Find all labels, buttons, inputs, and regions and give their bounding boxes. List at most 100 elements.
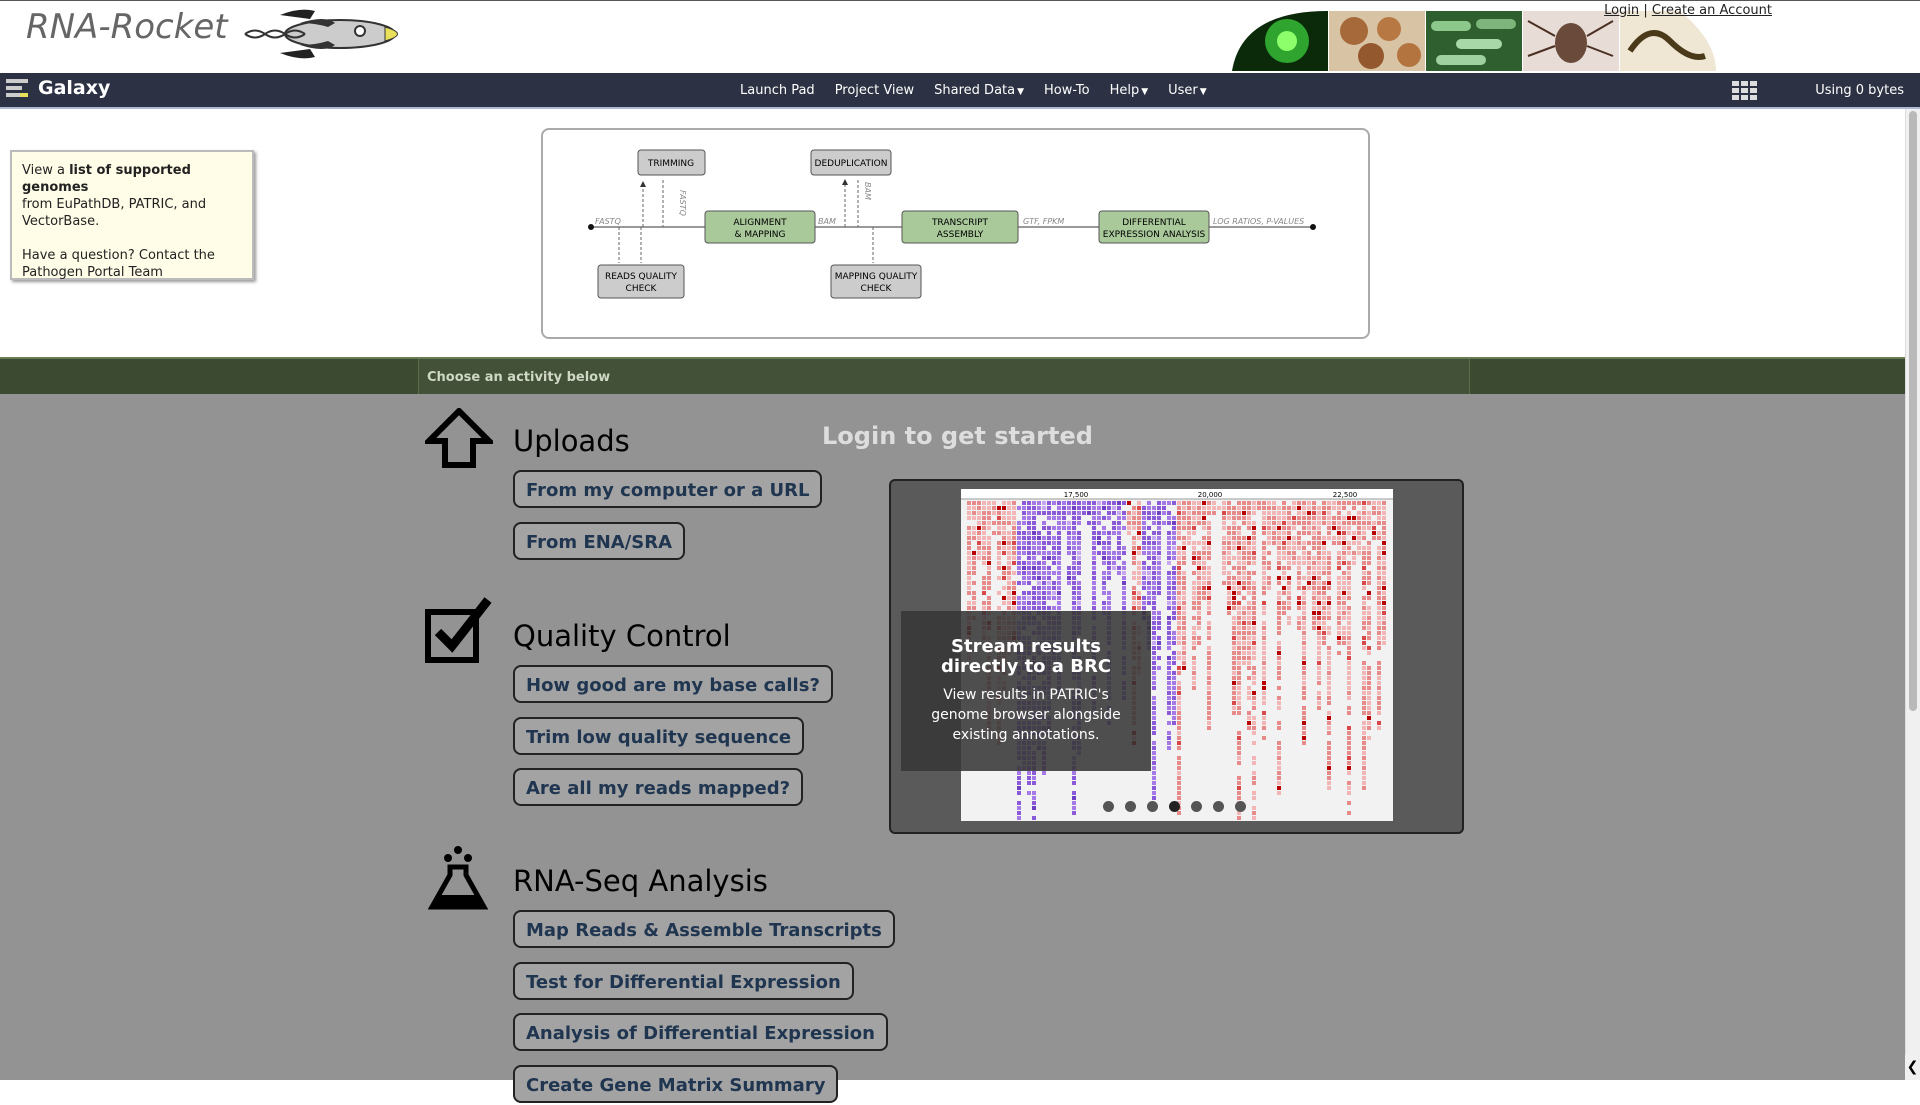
activity-header-label: Choose an activity below (418, 359, 1470, 396)
galaxy-brand[interactable]: Galaxy (6, 77, 110, 99)
flask-icon (428, 846, 488, 910)
upload-from-computer-button[interactable]: From my computer or a URL (513, 470, 823, 508)
box-map-qc-label: CHECK (861, 284, 893, 294)
base-calls-quality-button[interactable]: How good are my base calls? (513, 665, 833, 703)
box-reads-qc-label: CHECK (626, 284, 658, 294)
storage-usage: Using 0 bytes (1815, 83, 1904, 98)
notice-question: Have a question? (22, 248, 135, 263)
edge-fastq-label: FASTQ (595, 217, 621, 226)
carousel-dot[interactable] (1191, 801, 1202, 812)
nav-shared-data[interactable]: Shared Data ▼ (924, 83, 1034, 98)
carousel-dot[interactable] (1147, 801, 1158, 812)
main-nav: Launch Pad Project View Shared Data ▼ How… (730, 73, 1217, 107)
virus-particles-photo (1329, 11, 1425, 71)
chevron-down-icon: ▼ (1017, 86, 1025, 97)
feature-carousel[interactable]: 17,500 20,000 22,500 Stream results dire… (889, 479, 1464, 834)
notice-text: , and (173, 197, 207, 212)
nav-launch-pad[interactable]: Launch Pad (730, 83, 825, 98)
activity-header-bar: Choose an activity below (0, 357, 1905, 396)
nav-help[interactable]: Help ▼ (1100, 83, 1159, 98)
nav-user-label: User (1168, 82, 1198, 98)
axis-tick-label: 22,500 (1333, 491, 1358, 499)
axis-tick-label: 17,500 (1064, 491, 1089, 499)
box-dedup-label: DEDUPLICATION (815, 159, 888, 169)
analysis-differential-expression-button[interactable]: Analysis of Differential Expression (513, 1013, 888, 1051)
carousel-indicators (1103, 801, 1257, 812)
section-title-uploads: Uploads (513, 424, 630, 458)
create-account-link[interactable]: Create an Account (1652, 3, 1772, 18)
trim-low-quality-button[interactable]: Trim low quality sequence (513, 717, 805, 755)
auth-separator: | (1643, 3, 1648, 18)
notice-text: . (95, 214, 100, 229)
edge-fastq-trim-label: FASTQ (678, 190, 687, 216)
edge-bam-dedup-label: BAM (863, 182, 872, 200)
nav-help-label: Help (1109, 82, 1140, 98)
scrollbar-thumb[interactable] (1909, 111, 1917, 711)
box-assembly-label: ASSEMBLY (937, 230, 984, 240)
nav-user[interactable]: User ▼ (1158, 83, 1217, 98)
map-reads-assemble-button[interactable]: Map Reads & Assemble Transcripts (513, 910, 895, 948)
tick-photo (1523, 11, 1619, 71)
box-trimming-label: TRIMMING (647, 159, 694, 169)
reads-mapped-button[interactable]: Are all my reads mapped? (513, 768, 804, 806)
box-map-qc-label: MAPPING QUALITY (835, 272, 918, 282)
box-diff-label: DIFFERENTIAL (1122, 218, 1186, 228)
box-reads-qc-label: READS QUALITY (605, 272, 678, 282)
axis-tick-label: 20,000 (1198, 491, 1223, 499)
carousel-caption-title: Stream results directly to a BRC (940, 636, 1112, 677)
carousel-dot[interactable] (1169, 801, 1180, 812)
chevron-down-icon: ▼ (1141, 86, 1149, 97)
section-title-rnaseq: RNA-Seq Analysis (513, 864, 768, 898)
notice-text: from (22, 197, 53, 212)
pipeline-diagram-svg: ALIGNMENT & MAPPING TRANSCRIPT ASSEMBLY … (588, 149, 1316, 299)
rocket-logo-icon (244, 9, 398, 59)
chevron-down-icon: ▼ (1199, 86, 1207, 97)
box-alignment-label: & MAPPING (734, 230, 785, 240)
scroll-left-arrow-icon[interactable]: ❮ (1905, 1055, 1920, 1080)
upload-arrow-icon (425, 408, 493, 468)
nav-shared-data-label: Shared Data (934, 82, 1016, 98)
login-message: Login to get started (822, 422, 1093, 450)
center-panel: View a list of supported genomes from Eu… (0, 109, 1905, 1103)
site-logo-text[interactable]: RNA-Rocket (26, 7, 228, 47)
apps-grid-icon[interactable] (1732, 81, 1758, 101)
organism-photo-strip (1232, 11, 1740, 71)
test-differential-expression-button[interactable]: Test for Differential Expression (513, 962, 854, 1000)
edge-gtf-label: GTF, FPKM (1023, 217, 1064, 226)
login-link[interactable]: Login (1604, 3, 1639, 18)
genomes-notice: View a list of supported genomes from Eu… (10, 150, 254, 280)
checkbox-icon (425, 597, 492, 663)
patric-link[interactable]: PATRIC (129, 197, 174, 212)
box-assembly-label: TRANSCRIPT (931, 218, 989, 228)
carousel-dot[interactable] (1103, 801, 1114, 812)
auth-links: Login | Create an Account (1604, 3, 1772, 18)
notice-text: , (120, 197, 125, 212)
activity-panel: Uploads From my computer or a URL From E… (0, 394, 1905, 1103)
nav-project-view[interactable]: Project View (825, 83, 924, 98)
carousel-dot[interactable] (1213, 801, 1224, 812)
carousel-caption-text: View results in PATRIC's genome browser … (931, 687, 1121, 743)
nav-how-to[interactable]: How-To (1034, 83, 1100, 98)
galaxy-logo-icon (6, 79, 28, 97)
eupathdb-link[interactable]: EuPathDB (56, 197, 120, 212)
vertical-scrollbar[interactable] (1905, 109, 1920, 1080)
notice-text: View a (22, 163, 65, 178)
parasite-photo (1620, 11, 1716, 71)
carousel-dot[interactable] (1125, 801, 1136, 812)
vectorbase-link[interactable]: VectorBase (22, 214, 95, 229)
create-gene-matrix-button[interactable]: Create Gene Matrix Summary (513, 1065, 839, 1103)
pipeline-diagram: ALIGNMENT & MAPPING TRANSCRIPT ASSEMBLY … (541, 128, 1370, 339)
galaxy-navbar: Galaxy Launch Pad Project View Shared Da… (0, 73, 1920, 109)
fluorescent-cell-photo (1232, 11, 1328, 71)
box-alignment-label: ALIGNMENT (733, 218, 787, 228)
box-diff-label: EXPRESSION ANALYSIS (1103, 230, 1206, 240)
site-banner: RNA-Rocket Login | Create an Account (0, 0, 1920, 74)
carousel-dot[interactable] (1235, 801, 1246, 812)
upload-from-ena-button[interactable]: From ENA/SRA (513, 522, 686, 560)
carousel-caption: Stream results directly to a BRC View re… (901, 611, 1151, 771)
bacteria-photo (1426, 11, 1522, 71)
edge-logratios-label: LOG RATIOS, P-VALUES (1213, 217, 1304, 226)
section-title-quality-control: Quality Control (513, 619, 731, 653)
edge-bam-label: BAM (818, 217, 836, 226)
galaxy-brand-label: Galaxy (38, 77, 111, 99)
